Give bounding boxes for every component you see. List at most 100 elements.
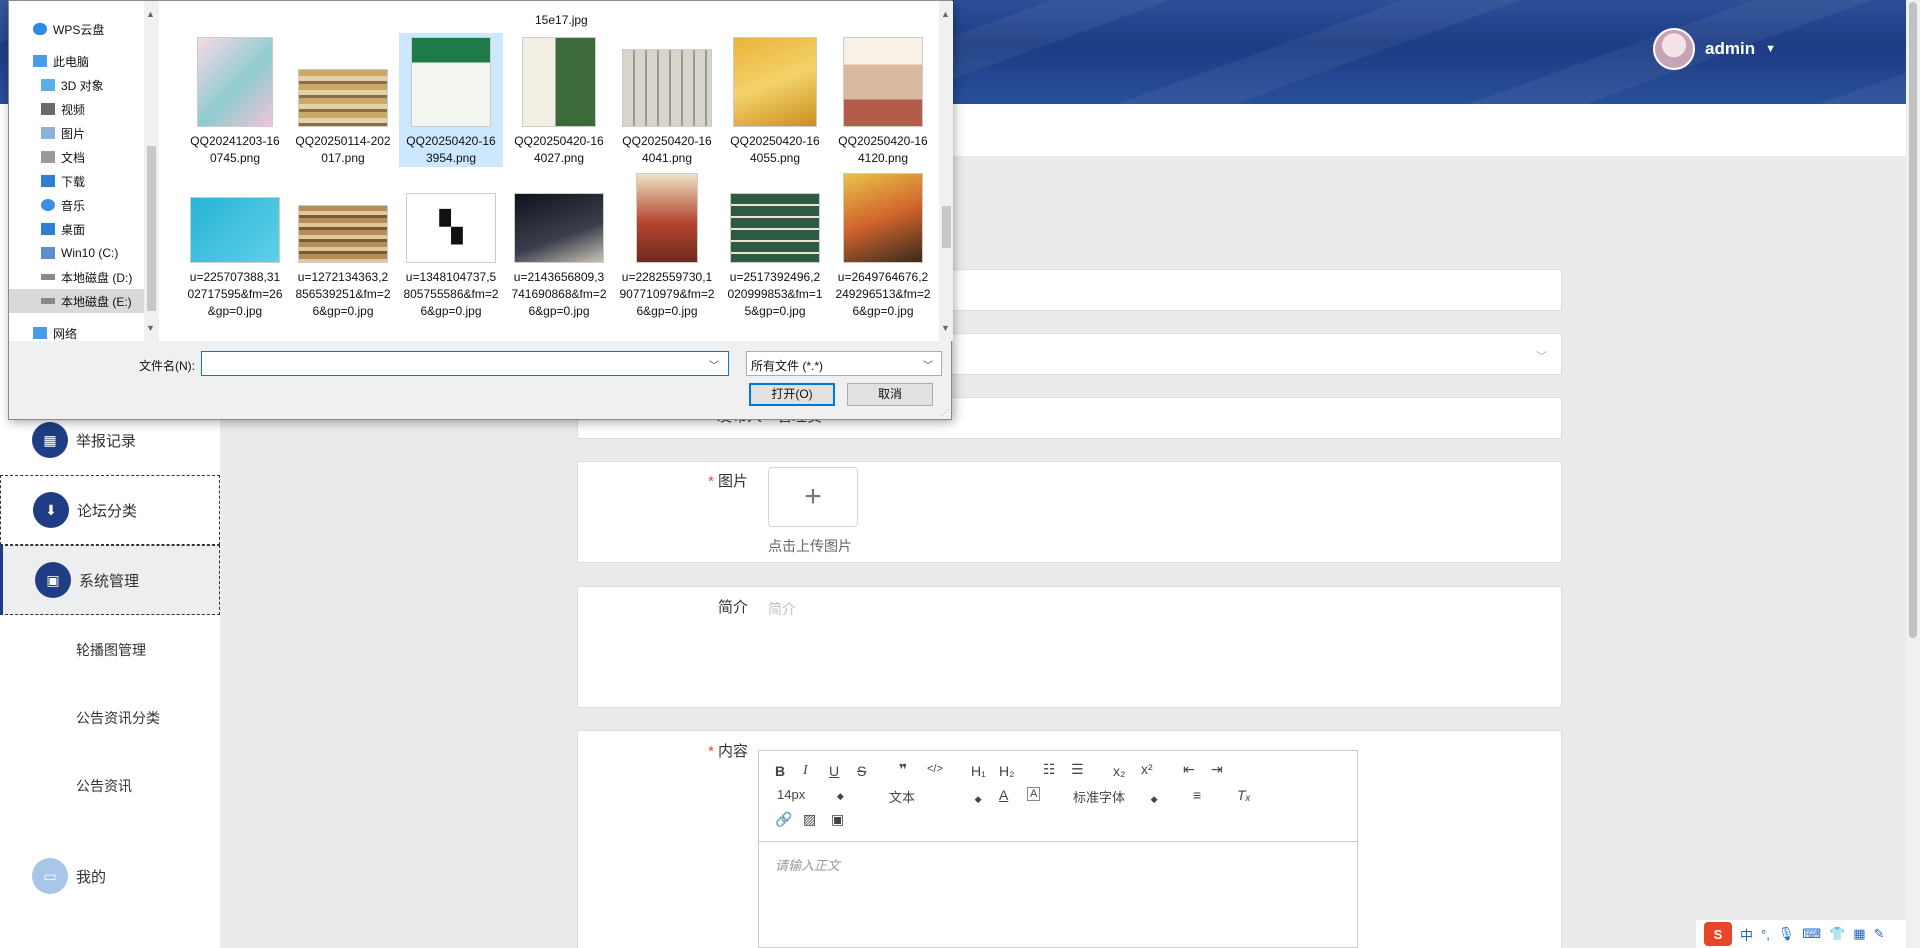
file-tile[interactable]: u=2143656809,3741690868&fm=26&gp=0.jpg bbox=[507, 173, 611, 320]
chevron-down-icon[interactable]: ﹀ bbox=[923, 357, 933, 372]
file-tile[interactable]: u=1272134363,2856539251&fm=26&gp=0.jpg bbox=[291, 173, 395, 320]
image-icon[interactable]: ▨ bbox=[803, 811, 816, 828]
intro-textarea[interactable]: 简介 bbox=[768, 599, 796, 619]
font-family-select[interactable]: 标准字体 ◆ bbox=[1073, 787, 1158, 806]
file-thumbnail bbox=[190, 197, 280, 263]
ime-mode[interactable]: 中 bbox=[1740, 925, 1753, 944]
video-icon[interactable]: ▣ bbox=[831, 811, 844, 828]
nav-item-documents[interactable]: 文档 bbox=[9, 145, 144, 169]
italic-icon[interactable]: I bbox=[803, 763, 808, 779]
page-scrollbar[interactable] bbox=[1906, 0, 1920, 948]
code-icon[interactable]: </> bbox=[927, 763, 943, 775]
file-tile[interactable]: ▚ u=1348104737,5805755586&fm=26&gp=0.jpg bbox=[399, 173, 503, 320]
resize-grip-icon[interactable]: ⋰ bbox=[941, 408, 949, 417]
cancel-button[interactable]: 取消 bbox=[847, 383, 933, 406]
chevron-down-icon[interactable]: ▼ bbox=[941, 323, 950, 333]
file-name: QQ20250420-164120.png bbox=[838, 134, 928, 165]
sidebar-item-forum-category[interactable]: ⬇ 论坛分类 bbox=[0, 475, 220, 545]
file-tile[interactable]: u=225707388,3102717595&fm=26&gp=0.jpg bbox=[183, 173, 287, 320]
nav-item-desktop[interactable]: 桌面 bbox=[9, 217, 144, 241]
ime-logo-icon[interactable]: S bbox=[1704, 922, 1732, 946]
keyboard-icon[interactable]: ⌨ bbox=[1802, 926, 1821, 942]
skin-icon[interactable]: 👕 bbox=[1829, 926, 1845, 942]
nav-item-wps-cloud[interactable]: WPS云盘 bbox=[9, 17, 144, 41]
sidebar-item-system[interactable]: ▣ 系统管理 bbox=[0, 545, 220, 615]
file-tile[interactable]: QQ20241203-160745.png bbox=[183, 37, 287, 167]
scrollbar-thumb[interactable] bbox=[942, 206, 951, 248]
ordered-list-icon[interactable]: ☷ bbox=[1043, 761, 1056, 778]
file-tile[interactable]: u=2282559730,1907710979&fm=26&gp=0.jpg bbox=[615, 173, 719, 320]
strike-icon[interactable]: S bbox=[857, 763, 866, 779]
chevron-up-icon[interactable]: ▲ bbox=[941, 9, 950, 19]
sidebar-item-label: 举报记录 bbox=[76, 432, 137, 450]
underline-icon[interactable]: U bbox=[829, 763, 839, 779]
nav-item-network[interactable]: 网络 bbox=[9, 321, 144, 345]
nav-item-drive-d[interactable]: 本地磁盘 (D:) bbox=[9, 265, 144, 289]
chevron-down-icon[interactable]: ﹀ bbox=[709, 357, 719, 372]
file-tile[interactable]: QQ20250420-163954.png bbox=[399, 33, 503, 167]
nav-item-drive-e[interactable]: 本地磁盘 (E:) bbox=[9, 289, 144, 313]
nav-item-this-pc[interactable]: 此电脑 bbox=[9, 49, 144, 73]
h2-icon[interactable]: H₂ bbox=[999, 763, 1015, 779]
align-icon[interactable]: ≡ bbox=[1193, 787, 1201, 803]
upload-button[interactable]: + bbox=[768, 467, 858, 527]
outdent-icon[interactable]: ⇤ bbox=[1183, 761, 1195, 778]
grid-icon[interactable]: ▦ bbox=[1853, 926, 1865, 942]
sidebar-item-label: 论坛分类 bbox=[77, 502, 138, 520]
plus-icon: + bbox=[804, 480, 822, 513]
file-open-dialog: WPS云盘 此电脑 3D 对象 视频 图片 文档 下载 音乐 桌面 Win10 … bbox=[8, 0, 953, 420]
file-list-scrollbar[interactable]: ▲ ▼ bbox=[939, 1, 953, 341]
clear-format-icon[interactable]: Tₓ bbox=[1237, 787, 1251, 803]
file-thumbnail bbox=[298, 69, 388, 127]
file-tile[interactable]: QQ20250420-164027.png bbox=[507, 37, 611, 167]
bullet-list-icon[interactable]: ☰ bbox=[1071, 761, 1084, 778]
subscript-icon[interactable]: x₂ bbox=[1113, 763, 1125, 779]
link-icon[interactable]: 🔗 bbox=[775, 811, 792, 828]
superscript-icon[interactable]: x² bbox=[1141, 761, 1153, 777]
punctuation-icon[interactable]: °, bbox=[1761, 927, 1770, 942]
open-button[interactable]: 打开(O) bbox=[749, 383, 835, 406]
nav-item-videos[interactable]: 视频 bbox=[9, 97, 144, 121]
sidebar-sub-carousel[interactable]: 轮播图管理 bbox=[76, 640, 146, 660]
microphone-icon[interactable]: 🎙 bbox=[1778, 926, 1795, 942]
sidebar-item-mine[interactable]: ▭ 我的 bbox=[0, 841, 220, 911]
file-tile[interactable]: QQ20250420-164120.png bbox=[831, 37, 935, 167]
file-name: QQ20250420-163954.png bbox=[406, 134, 496, 165]
rich-text-editor[interactable]: B I U S ❞ </> H₁ H₂ ☷ ☰ x₂ x² ⇤ ⇥ 14px ◆… bbox=[758, 750, 1358, 948]
file-tile[interactable]: QQ20250420-164055.png bbox=[723, 37, 827, 167]
block-type-select[interactable]: 文本 ◆ bbox=[889, 787, 982, 806]
file-tile[interactable]: QQ20250420-164041.png bbox=[615, 37, 719, 167]
nav-item-downloads[interactable]: 下载 bbox=[9, 169, 144, 193]
file-tile[interactable]: u=2649764676,2249296513&fm=26&gp=0.jpg bbox=[831, 173, 935, 320]
font-color-icon[interactable]: A bbox=[999, 787, 1008, 803]
background-color-icon[interactable]: A bbox=[1027, 787, 1041, 801]
intro-label: 简介 bbox=[717, 599, 748, 616]
scrollbar-thumb[interactable] bbox=[147, 146, 156, 311]
scrollbar-thumb[interactable] bbox=[1909, 2, 1917, 638]
font-size-select[interactable]: 14px ◆ bbox=[777, 787, 844, 802]
nav-scrollbar[interactable]: ▲ ▼ bbox=[144, 1, 159, 341]
filename-input[interactable] bbox=[201, 351, 729, 376]
user-menu[interactable]: admin ▼ bbox=[1653, 28, 1776, 70]
file-list: 15e17.jpg QQ20241203-160745.png QQ202501… bbox=[159, 1, 939, 341]
chevron-down-icon[interactable]: ▼ bbox=[146, 323, 155, 333]
quote-icon[interactable]: ❞ bbox=[899, 761, 907, 778]
chevron-up-icon[interactable]: ▲ bbox=[146, 9, 155, 19]
file-name: QQ20250420-164041.png bbox=[622, 134, 712, 165]
file-tile[interactable]: u=2517392496,2020999853&fm=15&gp=0.jpg bbox=[723, 173, 827, 320]
filetype-select[interactable]: 所有文件 (*.*) bbox=[746, 351, 942, 376]
nav-item-pictures[interactable]: 图片 bbox=[9, 121, 144, 145]
nav-item-music[interactable]: 音乐 bbox=[9, 193, 144, 217]
tools-icon[interactable]: ✎ bbox=[1874, 926, 1885, 942]
nav-item-drive-c[interactable]: Win10 (C:) bbox=[9, 241, 144, 265]
bold-icon[interactable]: B bbox=[775, 763, 785, 779]
file-tile[interactable]: QQ20250114-202017.png bbox=[291, 37, 395, 167]
file-thumbnail bbox=[636, 173, 698, 263]
nav-item-3d[interactable]: 3D 对象 bbox=[9, 73, 144, 97]
username: admin bbox=[1705, 39, 1756, 58]
sidebar-sub-news[interactable]: 公告资讯 bbox=[76, 776, 132, 796]
indent-icon[interactable]: ⇥ bbox=[1211, 761, 1223, 778]
file-thumbnail bbox=[843, 37, 923, 127]
sidebar-sub-news-category[interactable]: 公告资讯分类 bbox=[76, 708, 160, 728]
h1-icon[interactable]: H₁ bbox=[971, 763, 986, 779]
